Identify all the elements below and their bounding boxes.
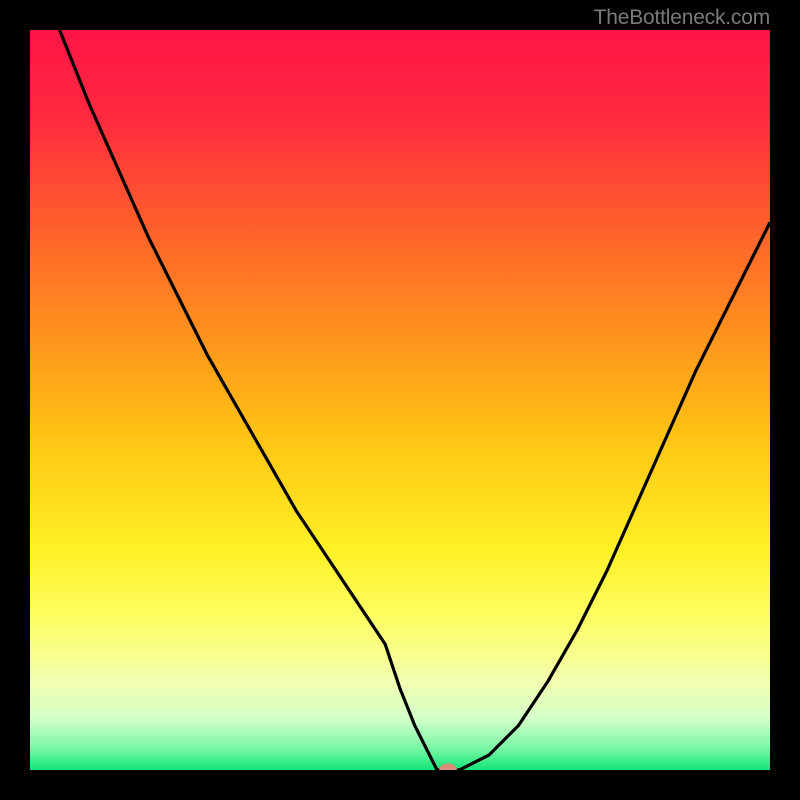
chart-svg (30, 30, 770, 770)
chart-container: TheBottleneck.com (0, 0, 800, 800)
watermark-text: TheBottleneck.com (594, 6, 770, 30)
gradient-background (30, 30, 770, 770)
